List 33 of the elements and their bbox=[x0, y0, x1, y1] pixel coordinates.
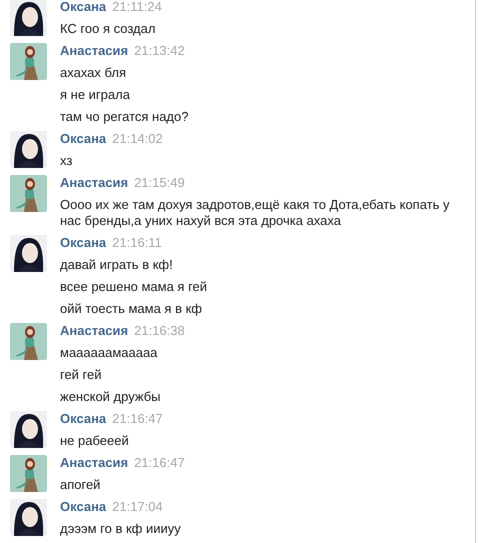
message-text: КС гоо я создал bbox=[60, 21, 156, 37]
message-text: хз bbox=[60, 153, 74, 169]
message-text: женской дружбы bbox=[60, 389, 162, 405]
message-text: гей гей bbox=[60, 367, 103, 383]
message-text: я не играла bbox=[60, 87, 131, 103]
message-time: 21:11:24 bbox=[112, 0, 162, 15]
sender-name[interactable]: Оксана bbox=[60, 410, 106, 427]
message-time: 21:14:02 bbox=[112, 130, 163, 147]
message-text: всее решено мама я гей bbox=[60, 279, 208, 295]
message-text: Оооо их же там дохуя задротов,ещё какя то Дота,ебать копать у нас бренды,а уних нахуй вся эта дрочка ахаха bbox=[60, 197, 450, 229]
message-time: 21:17:04 bbox=[112, 498, 163, 515]
sender-name[interactable]: Оксана bbox=[60, 234, 106, 251]
message-text: ахахах бля bbox=[60, 65, 127, 81]
sender-name[interactable]: Анастасия bbox=[60, 174, 128, 191]
message-text: давай играть в кф! bbox=[60, 257, 174, 273]
message-time: 21:16:38 bbox=[134, 322, 185, 339]
message-time: 21:16:47 bbox=[112, 410, 163, 427]
message-text: дэээм го в кф иииуу bbox=[60, 521, 182, 537]
sender-name[interactable]: Оксана bbox=[60, 130, 106, 147]
sender-name[interactable]: Оксана bbox=[60, 0, 106, 15]
sender-name[interactable]: Анастасия bbox=[60, 42, 128, 59]
message-text: там чо регатся надо? bbox=[60, 109, 190, 125]
message-time: 21:16:11 bbox=[112, 234, 162, 251]
message-text: апогей bbox=[60, 477, 102, 493]
message-time: 21:16:47 bbox=[134, 454, 185, 471]
message-time: 21:13:42 bbox=[134, 42, 185, 59]
message-text: не рабееей bbox=[60, 433, 130, 449]
message-time: 21:15:49 bbox=[134, 174, 185, 191]
message-text: маааааамааааа bbox=[60, 345, 158, 361]
message-text: ойй тоесть мама я в кф bbox=[60, 301, 203, 317]
sender-name[interactable]: Анастасия bbox=[60, 454, 128, 471]
sender-name[interactable]: Оксана bbox=[60, 498, 106, 515]
sender-name[interactable]: Анастасия bbox=[60, 322, 128, 339]
